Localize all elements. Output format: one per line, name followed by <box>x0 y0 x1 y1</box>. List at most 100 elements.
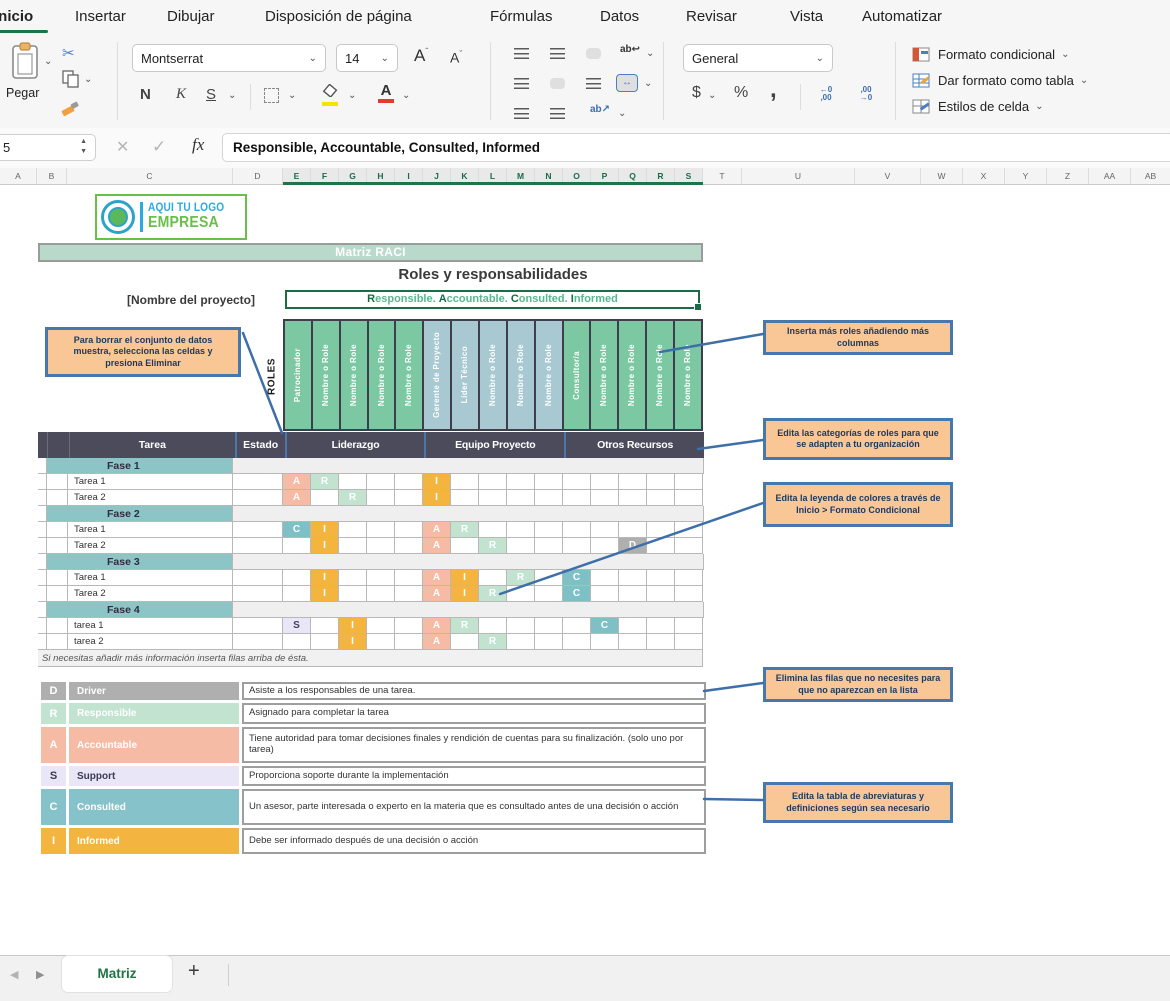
callout-delete-sample[interactable]: Para borrar el conjunto de datos muestra… <box>45 327 241 377</box>
phase-label-cell[interactable]: Fase 3 <box>47 554 233 570</box>
sheet-tab-matriz[interactable]: Matriz <box>62 956 172 992</box>
currency-chevron-icon[interactable]: ⌄ <box>708 90 716 101</box>
company-logo[interactable]: AQUI TU LOGO EMPRESA <box>95 194 247 240</box>
matrix-cell[interactable] <box>619 570 647 586</box>
phase-row-filler[interactable] <box>233 458 704 474</box>
raci-mark-cell[interactable]: R <box>507 570 535 586</box>
cancel-entry-icon[interactable]: ✕ <box>116 137 129 157</box>
matrix-cell[interactable] <box>619 522 647 538</box>
legend-label-band[interactable]: Consulted <box>69 789 239 825</box>
raci-mark-cell[interactable]: I <box>311 522 339 538</box>
task-cell-b[interactable] <box>47 586 68 602</box>
paste-chevron-icon[interactable]: ⌄ <box>44 56 52 67</box>
legend-description-cell[interactable]: Debe ser informado después de una decisi… <box>242 828 706 854</box>
name-box[interactable]: 5 ▲ ▼ <box>0 134 96 161</box>
raci-mark-cell[interactable]: A <box>423 618 451 634</box>
underline-button[interactable]: S <box>206 86 216 103</box>
copy-chevron-icon[interactable]: ⌄ <box>84 74 92 85</box>
column-header-AA[interactable]: AA <box>1089 168 1131 184</box>
ribbon-tab-automatizar[interactable]: Automatizar <box>862 8 942 25</box>
estado-cell[interactable] <box>233 522 283 538</box>
matrix-cell[interactable] <box>647 570 675 586</box>
font-color-button[interactable]: A <box>378 82 394 103</box>
matrix-cell[interactable] <box>311 490 339 506</box>
task-cell-a[interactable] <box>38 586 47 602</box>
cut-icon[interactable]: ✂ <box>62 44 75 62</box>
matrix-cell[interactable] <box>451 538 479 554</box>
legend-letter-badge[interactable]: S <box>41 766 66 786</box>
matrix-cell[interactable] <box>507 586 535 602</box>
sheet-area[interactable]: AQUI TU LOGO EMPRESA Matriz RACI Roles y… <box>0 185 1170 955</box>
raci-mark-cell[interactable]: A <box>423 570 451 586</box>
matrix-cell[interactable] <box>395 490 423 506</box>
matrix-cell[interactable] <box>339 474 367 490</box>
matrix-cell[interactable] <box>507 634 535 650</box>
legend-description-cell[interactable]: Tiene autoridad para tomar decisiones fi… <box>242 727 706 763</box>
role-column-header[interactable]: Líder Técnico <box>452 321 480 429</box>
cell-styles-button[interactable]: Estilos de celda ⌄ <box>912 94 1043 118</box>
matrix-cell[interactable] <box>395 474 423 490</box>
legend-label-band[interactable]: Responsible <box>69 703 239 724</box>
italic-button[interactable]: K <box>176 86 186 103</box>
matrix-cell[interactable] <box>367 474 395 490</box>
matrix-cell[interactable] <box>619 586 647 602</box>
matrix-cell[interactable] <box>535 522 563 538</box>
text-orientation-icon[interactable]: ab↗ <box>590 106 610 114</box>
ribbon-tab-vista[interactable]: Vista <box>790 8 823 25</box>
formula-input[interactable]: Responsible, Accountable, Consulted, Inf… <box>222 133 1170 162</box>
ribbon-tab-datos[interactable]: Datos <box>600 8 639 25</box>
matrix-cell[interactable] <box>675 538 703 554</box>
copy-icon[interactable] <box>62 70 80 93</box>
role-column-header[interactable]: Nombre o Role <box>591 321 619 429</box>
task-cell-a[interactable] <box>38 538 47 554</box>
paste-button[interactable] <box>10 42 40 85</box>
task-cell-b[interactable] <box>47 490 68 506</box>
matrix-cell[interactable] <box>339 586 367 602</box>
task-cell-b[interactable] <box>47 570 68 586</box>
matrix-cell[interactable] <box>535 490 563 506</box>
task-name-cell[interactable]: Tarea 1 <box>68 474 233 490</box>
raci-mark-cell[interactable]: I <box>311 586 339 602</box>
column-header-T[interactable]: T <box>703 168 742 184</box>
matrix-cell[interactable] <box>591 570 619 586</box>
prev-sheet-icon[interactable]: ◀ <box>10 968 18 981</box>
orientation-chevron-icon[interactable]: ⌄ <box>618 108 626 119</box>
currency-format-button[interactable]: $ <box>692 84 701 102</box>
matrix-cell[interactable] <box>535 618 563 634</box>
matrix-cell[interactable] <box>479 490 507 506</box>
matrix-cell[interactable] <box>339 538 367 554</box>
phase-row-filler[interactable] <box>233 602 704 618</box>
underline-chevron-icon[interactable]: ⌄ <box>228 90 236 101</box>
estado-cell[interactable] <box>233 538 283 554</box>
matrix-cell[interactable] <box>675 570 703 586</box>
next-sheet-icon[interactable]: ▶ <box>36 968 44 981</box>
legend-description-cell[interactable]: Un asesor, parte interesada o experto en… <box>242 789 706 825</box>
task-cell-b[interactable] <box>47 474 68 490</box>
task-cell-b[interactable] <box>47 522 68 538</box>
estado-cell[interactable] <box>233 586 283 602</box>
comma-format-button[interactable]: , <box>770 76 777 104</box>
matrix-cell[interactable] <box>535 634 563 650</box>
role-column-header[interactable]: Nombre o Role <box>341 321 369 429</box>
role-column-header[interactable]: Gerente de Proyecto <box>424 321 452 429</box>
bold-button[interactable]: N <box>140 86 151 103</box>
matrix-cell[interactable] <box>367 490 395 506</box>
raci-mark-cell[interactable]: R <box>479 586 507 602</box>
task-cell-a[interactable] <box>38 570 47 586</box>
number-format-select[interactable]: General ⌄ <box>683 44 833 72</box>
legend-label-band[interactable]: Driver <box>69 682 239 700</box>
matrix-cell[interactable] <box>479 618 507 634</box>
borders-icon[interactable] <box>264 88 279 103</box>
matrix-cell[interactable] <box>675 474 703 490</box>
grow-font-button[interactable]: Aˆ <box>414 46 428 66</box>
matrix-cell[interactable] <box>535 570 563 586</box>
matrix-cell[interactable] <box>283 634 311 650</box>
raci-mark-cell[interactable]: I <box>311 570 339 586</box>
raci-mark-cell[interactable]: C <box>563 586 591 602</box>
legend-letter-badge[interactable]: D <box>41 682 66 700</box>
matrix-cell[interactable] <box>311 634 339 650</box>
estado-cell[interactable] <box>233 474 283 490</box>
matrix-cell[interactable] <box>479 522 507 538</box>
matrix-cell[interactable] <box>367 570 395 586</box>
format-as-table-button[interactable]: Dar formato como tabla ⌄ <box>912 68 1088 92</box>
